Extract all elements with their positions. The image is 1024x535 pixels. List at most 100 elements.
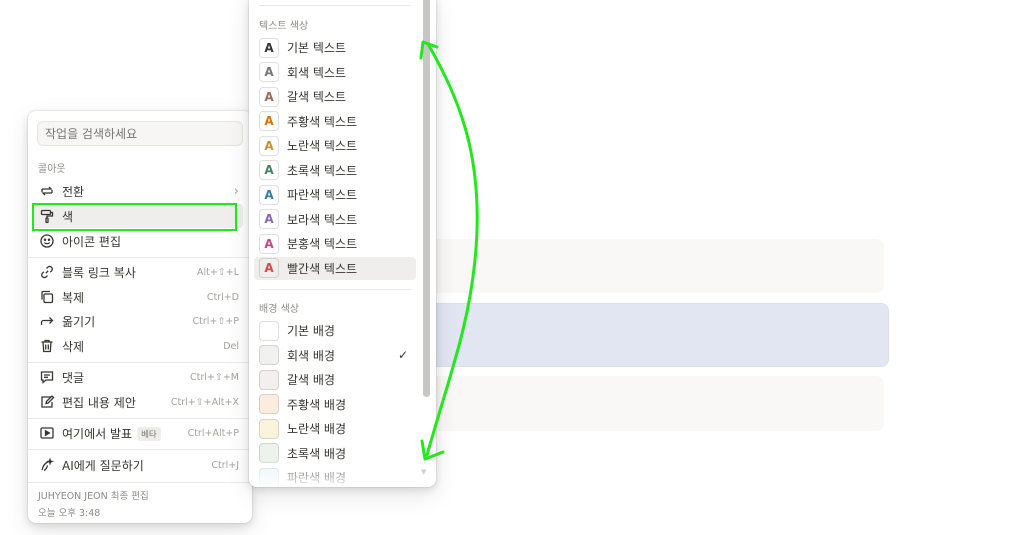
scroll-down-arrow-icon[interactable]: ▼: [421, 468, 426, 476]
menu-divider: [28, 418, 252, 419]
text-color-option[interactable]: A 파란색 텍스트: [254, 183, 416, 206]
shortcut-text: Ctrl+⇧+P: [192, 315, 239, 327]
menu-item-label: AI에게 질문하기: [62, 458, 144, 473]
menu-divider: [259, 289, 411, 290]
menu-item-comment[interactable]: 댓글 Ctrl+⇧+M: [33, 365, 243, 389]
text-color-option[interactable]: A 빨간색 텍스트: [254, 256, 416, 280]
color-option-label: 기본 배경: [287, 324, 335, 338]
section-label-callout: 콜아웃: [38, 164, 66, 175]
shortcut-text: Ctrl+⇧+Alt+X: [170, 396, 239, 408]
shortcut-text: Ctrl+⇧+M: [190, 371, 239, 383]
link-icon: [38, 263, 56, 281]
menu-divider: [28, 362, 252, 363]
background-color-swatch-icon: [259, 418, 279, 439]
menu-item-label: 댓글: [62, 370, 85, 385]
menu-divider: [28, 449, 252, 450]
text-color-option[interactable]: A 초록색 텍스트: [254, 159, 416, 182]
menu-item-ask-ai[interactable]: AI에게 질문하기 Ctrl+J: [33, 453, 243, 477]
text-color-swatch-icon: A: [259, 62, 279, 82]
trash-icon: [38, 337, 56, 355]
text-color-swatch-icon: A: [259, 38, 279, 58]
text-color-swatch-icon: A: [259, 87, 279, 107]
last-edited-by: JUHYEON JEON 최종 편집: [38, 491, 149, 502]
color-option-label: 회색 텍스트: [287, 65, 347, 80]
text-color-swatch-icon: A: [259, 209, 279, 229]
menu-item-label: 블록 링크 복사: [62, 265, 136, 280]
callout-block-selected[interactable]: [425, 303, 889, 367]
color-option-label: 기본 텍스트: [287, 41, 347, 55]
color-option-label: 보라색 텍스트: [287, 212, 358, 227]
menu-item-move-to[interactable]: 옮기기 Ctrl+⇧+P: [33, 309, 243, 333]
background-color-swatch-icon: [259, 394, 279, 414]
callout-block-top[interactable]: [425, 239, 884, 293]
comment-icon: [38, 368, 56, 386]
background-color-option[interactable]: 회색 배경 ✓: [254, 344, 416, 367]
present-icon: [38, 424, 56, 442]
shortcut-text: Alt+⇧+L: [196, 266, 239, 278]
background-color-swatch-icon: [259, 345, 279, 365]
scrollbar-thumb[interactable]: [423, 0, 430, 397]
block-action-menu: 콜아웃 전환 › 색 아이콘 편집 블록 링크 복사 Alt+⇧+L: [28, 111, 252, 523]
menu-item-edit-icon[interactable]: 아이콘 편집: [33, 229, 243, 253]
menu-item-label: 여기에서 발표: [62, 426, 133, 441]
menu-item-copy-link[interactable]: 블록 링크 복사 Alt+⇧+L: [33, 260, 243, 284]
text-color-option[interactable]: A 보라색 텍스트: [254, 208, 416, 231]
text-color-option[interactable]: A 기본 텍스트: [254, 36, 416, 59]
turn-into-icon: [38, 182, 56, 200]
background-color-option[interactable]: 주황색 배경: [254, 393, 416, 416]
menu-item-suggest-edits[interactable]: 편집 내용 제안 Ctrl+⇧+Alt+X: [33, 390, 243, 414]
menu-item-label: 옮기기: [62, 314, 96, 329]
menu-divider: [28, 482, 252, 483]
fade-overlay: [249, 462, 436, 487]
smiley-icon: [38, 232, 56, 250]
background-color-option[interactable]: 노란색 배경: [254, 417, 416, 440]
color-option-label: 노란색 배경: [287, 422, 347, 436]
color-option-label: 회색 배경: [287, 348, 335, 363]
text-color-option[interactable]: A 분홍색 텍스트: [254, 232, 416, 255]
text-color-swatch-icon: A: [259, 258, 279, 278]
text-color-option[interactable]: A 회색 텍스트: [254, 61, 416, 84]
chevron-right-icon: ›: [233, 183, 239, 199]
background-color-option[interactable]: 기본 배경: [254, 319, 416, 342]
shortcut-text: Ctrl+Alt+P: [187, 427, 239, 439]
color-option-label: 파란색 텍스트: [287, 188, 358, 202]
section-label-bg-color: 배경 색상: [259, 304, 299, 315]
text-color-swatch-icon: A: [259, 136, 279, 156]
text-color-swatch-icon: A: [259, 160, 279, 180]
beta-badge: 베타: [137, 426, 161, 441]
text-color-option[interactable]: A 주황색 텍스트: [254, 110, 416, 133]
shortcut-text: Ctrl+J: [211, 459, 239, 471]
color-option-label: 노란색 텍스트: [287, 139, 358, 153]
ai-icon: [38, 456, 56, 474]
color-option-label: 갈색 배경: [287, 373, 335, 387]
color-option-label: 초록색 배경: [287, 446, 347, 461]
menu-item-turn-into[interactable]: 전환 ›: [33, 179, 243, 203]
callout-block-bottom[interactable]: [425, 376, 884, 431]
background-color-option[interactable]: 갈색 배경: [254, 368, 416, 391]
text-color-option[interactable]: A 노란색 텍스트: [254, 134, 416, 157]
shortcut-text: Del: [223, 340, 239, 352]
menu-item-label: 편집 내용 제안: [62, 395, 136, 410]
annotation-highlight-box: [32, 203, 237, 231]
menu-item-present-here[interactable]: 여기에서 발표 베타 Ctrl+Alt+P: [33, 421, 243, 445]
text-color-option[interactable]: A 갈색 텍스트: [254, 85, 416, 108]
search-input[interactable]: [37, 121, 243, 146]
color-option-label: 초록색 텍스트: [287, 163, 358, 178]
background-color-swatch-icon: [259, 443, 279, 463]
section-label-text-color: 텍스트 색상: [259, 21, 309, 32]
color-submenu: 텍스트 색상 A 기본 텍스트 A 회색 텍스트 A 갈색 텍스트 A 주황색 텍스트 A 노란색…: [249, 0, 436, 487]
color-option-label: 분홍색 텍스트: [287, 237, 358, 251]
menu-item-label: 복제: [62, 290, 85, 305]
menu-item-delete[interactable]: 삭제 Del: [33, 334, 243, 358]
text-color-swatch-icon: A: [259, 234, 279, 254]
menu-item-label: 삭제: [62, 339, 85, 354]
menu-item-duplicate[interactable]: 복제 Ctrl+D: [33, 285, 243, 309]
menu-item-label: 전환: [62, 184, 85, 199]
menu-divider: [259, 5, 411, 6]
color-option-label: 주황색 텍스트: [287, 114, 358, 129]
duplicate-icon: [38, 288, 56, 306]
background-color-swatch-icon: [259, 369, 279, 390]
suggest-edit-icon: [38, 393, 56, 411]
move-arrow-icon: [38, 312, 56, 330]
shortcut-text: Ctrl+D: [206, 291, 239, 303]
